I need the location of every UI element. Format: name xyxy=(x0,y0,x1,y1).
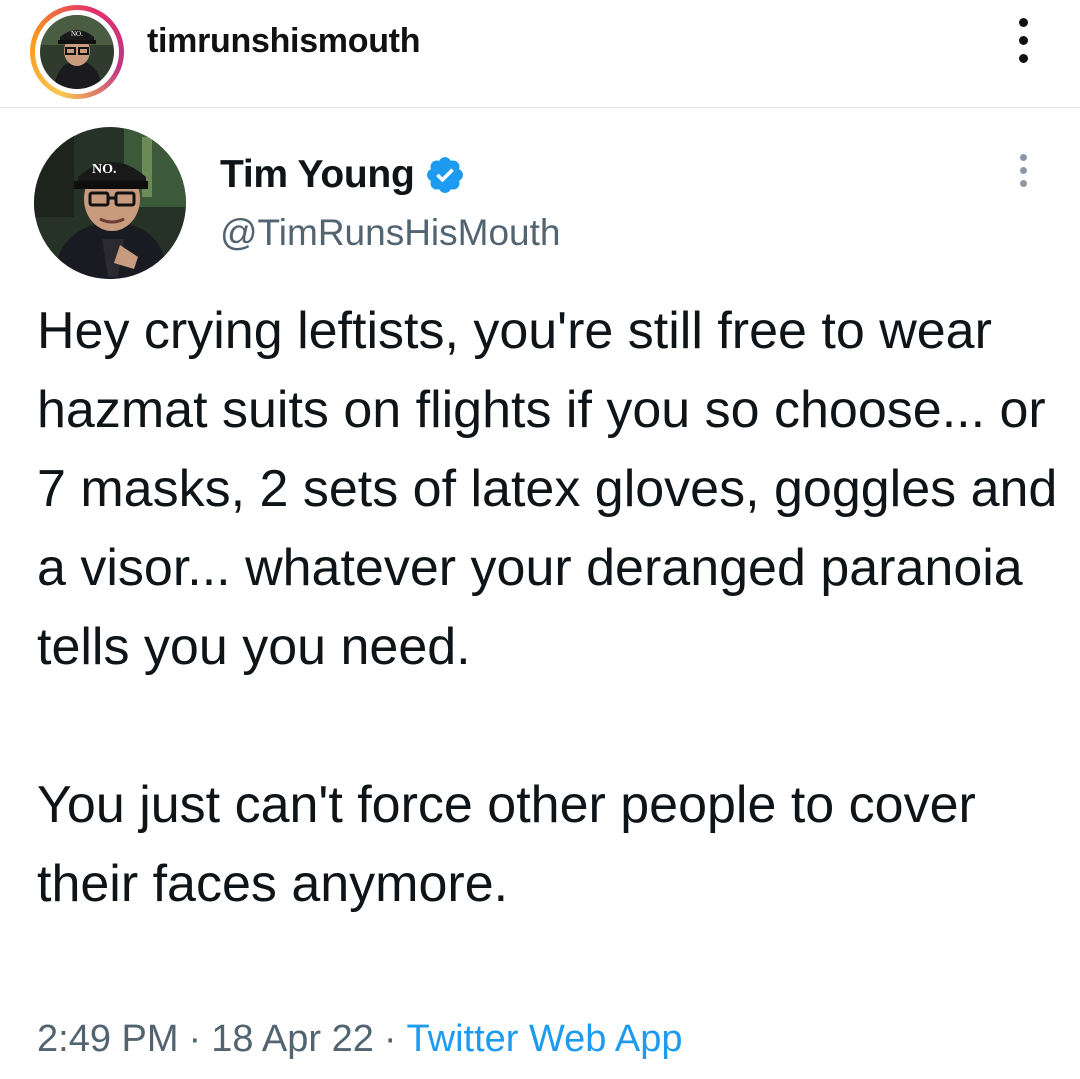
separator-dot: · xyxy=(188,1018,202,1060)
tweet-text: Hey crying leftists, you're still free t… xyxy=(37,292,1067,924)
story-avatar-ring[interactable]: NO. xyxy=(30,5,124,99)
svg-text:NO.: NO. xyxy=(92,162,117,177)
tweet-paragraph: You just can't force other people to cov… xyxy=(37,776,976,913)
svg-text:NO.: NO. xyxy=(71,30,83,38)
tweet-metadata: 2:49 PM · 18 Apr 22 · Twitter Web App xyxy=(37,1018,683,1061)
tweet-author-handle[interactable]: @TimRunsHisMouth xyxy=(220,212,560,254)
verified-badge-icon xyxy=(424,154,466,196)
tweet-author-avatar[interactable]: NO. xyxy=(34,127,186,279)
vertical-ellipsis-icon[interactable] xyxy=(1008,18,1038,70)
tweet-time[interactable]: 2:49 PM xyxy=(37,1018,179,1060)
instagram-username[interactable]: timrunshismouth xyxy=(147,22,420,61)
tweet-source-link[interactable]: Twitter Web App xyxy=(407,1018,683,1060)
tweet-author-name[interactable]: Tim Young xyxy=(220,153,415,197)
instagram-avatar: NO. xyxy=(40,15,114,89)
tweet-author-name-row: Tim Young xyxy=(220,150,466,200)
instagram-post-header: NO. timrunshismouth xyxy=(0,0,1080,108)
tweet-paragraph: Hey crying leftists, you're still free t… xyxy=(37,302,1058,676)
tweet-date[interactable]: 18 Apr 22 xyxy=(211,1018,374,1060)
vertical-ellipsis-icon[interactable] xyxy=(1015,154,1031,194)
separator-dot: · xyxy=(383,1018,397,1060)
